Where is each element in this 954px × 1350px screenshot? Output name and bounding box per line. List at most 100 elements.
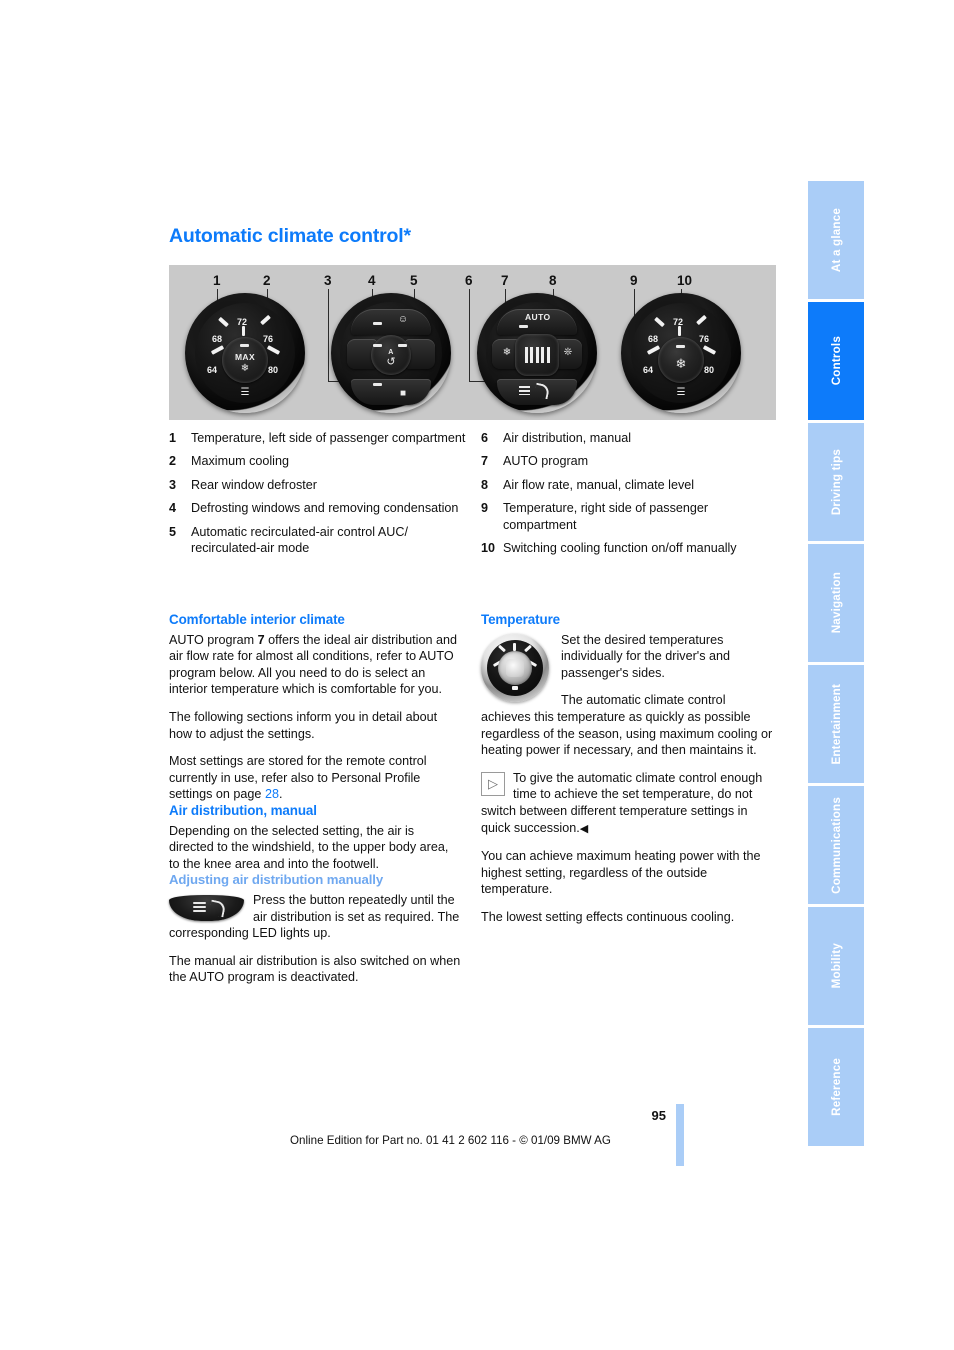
auc-label: A	[388, 348, 394, 356]
knob-thumb-hub	[498, 650, 532, 685]
tab-label: At a glance	[829, 207, 843, 273]
callout-number-7: 7	[501, 273, 509, 288]
tab-label: Mobility	[829, 943, 843, 989]
auc-recirculation-button[interactable]: A ↺	[371, 335, 411, 375]
footer-text: Online Edition for Part no. 01 41 2 602 …	[290, 1134, 611, 1147]
right-temperature-knob[interactable]: 68 72 76 64 80 ❄ ☰	[621, 293, 741, 413]
left-temperature-knob[interactable]: 68 72 76 64 80 MAX ❄ ☰	[185, 293, 305, 413]
comfort-paragraph-1: AUTO program 7 offers the ideal air dist…	[169, 632, 461, 698]
legend-number: 5	[169, 524, 177, 539]
legend-number: 3	[169, 477, 177, 492]
callout-number-1: 1	[213, 273, 221, 288]
air-distribution-button[interactable]	[497, 379, 577, 405]
rear-defroster-button[interactable]: ■	[351, 379, 431, 405]
legend-item: 5 Automatic recirculated-air control AUC…	[169, 524, 469, 557]
snowflake-icon: ❄	[502, 347, 512, 358]
legend-number: 8	[481, 477, 489, 492]
left-knob-temp-76: 76	[263, 334, 274, 344]
legend-text: Temperature, left side of passenger comp…	[191, 431, 466, 445]
comfortable-interior-climate-heading: Comfortable interior climate	[169, 612, 345, 627]
left-knob-temp-64: 64	[207, 365, 218, 375]
page-reference-link[interactable]: 28	[265, 787, 279, 801]
tab-at-a-glance[interactable]: At a glance	[808, 181, 864, 299]
temperature-knob-thumbnail-icon	[481, 633, 549, 702]
legend-number: 9	[481, 501, 489, 516]
air-flow-rate-display[interactable]	[515, 334, 559, 376]
auto-program-led	[519, 325, 528, 328]
tab-reference[interactable]: Reference	[808, 1028, 864, 1146]
fan-icon: ❊	[563, 347, 573, 358]
tab-label: Driving tips	[829, 448, 843, 516]
windshield-defrost-led	[373, 322, 382, 325]
air-distribution-paragraph: Depending on the selected setting, the a…	[169, 823, 449, 871]
legend-number: 6	[481, 431, 489, 445]
adjusting-air-distribution-heading: Adjusting air distribution manually	[169, 872, 384, 888]
legend-item: 4 Defrosting windows and removing conden…	[169, 500, 469, 516]
windshield-defrost-button[interactable]: ☺	[351, 309, 431, 335]
tab-navigation[interactable]: Navigation	[808, 544, 864, 662]
manual-page: Automatic climate control* 1 2 3 4 5 6 7…	[0, 0, 954, 1350]
rear-defroster-icon: ■	[399, 388, 407, 399]
air-distribution-icon	[519, 386, 530, 396]
cooling-on-off-button[interactable]: ❄	[658, 337, 704, 383]
auc-led-left	[373, 344, 382, 347]
seat-heating-icon: ☰	[676, 387, 686, 398]
comfort-p3-part-b: .	[278, 787, 283, 802]
tab-label: Reference	[829, 1058, 843, 1116]
max-cooling-label: MAX	[234, 351, 256, 362]
left-knob-temp-80: 80	[268, 365, 279, 375]
right-knob-temp-68: 68	[648, 334, 659, 344]
legend-number: 10	[481, 541, 496, 556]
legend-number: 1	[169, 431, 177, 445]
left-knob-temp-72: 72	[237, 317, 248, 327]
air-distribution-button-icon	[169, 894, 244, 921]
comfort-p3-part-a: Most settings are stored for the remote …	[169, 754, 427, 802]
tab-communications[interactable]: Communications	[808, 786, 864, 904]
auto-program-button[interactable]: AUTO	[497, 309, 577, 335]
right-knob-temp-80: 80	[704, 365, 715, 375]
comfort-paragraph-3: Most settings are stored for the remote …	[169, 753, 461, 803]
defroster-auc-panel[interactable]: ☺ A ↺ ■	[331, 293, 451, 413]
snowflake-icon: ❄	[240, 362, 250, 374]
right-knob-temp-72: 72	[673, 317, 684, 327]
tab-driving-tips[interactable]: Driving tips	[808, 423, 864, 541]
auc-led-right	[398, 344, 407, 347]
tab-entertainment[interactable]: Entertainment	[808, 665, 864, 783]
adjust-paragraph-2: The manual air distribution is also swit…	[169, 953, 461, 985]
legend-item: 6 Air distribution, manual	[481, 430, 781, 446]
legend-text: Switching cooling function on/off manual…	[503, 541, 737, 556]
note-block: ▷ To give the automatic climate control …	[481, 770, 773, 837]
temperature-paragraph-1-text: Set the desired temperatures individuall…	[561, 632, 731, 680]
comfort-p1-bold-ref: 7	[257, 632, 265, 647]
temperature-paragraph-4: The lowest setting effects continuous co…	[481, 909, 735, 924]
air-distribution-manual-heading: Air distribution, manual	[169, 802, 317, 818]
legend-right: 6 Air distribution, manual 7 AUTO progra…	[481, 430, 781, 563]
legend-item: 2 Maximum cooling	[169, 453, 469, 469]
legend-text: Temperature, right side of passenger com…	[503, 501, 709, 532]
callout-number-3: 3	[324, 273, 332, 288]
tab-controls[interactable]: Controls	[808, 302, 864, 420]
page-title: Automatic climate control*	[169, 225, 411, 247]
temperature-paragraph-1: Set the desired temperatures individuall…	[481, 632, 773, 702]
legend-item: 8 Air flow rate, manual, climate level	[481, 477, 781, 493]
callout-number-2: 2	[263, 273, 271, 288]
comfort-p1-part-a: AUTO program	[169, 632, 258, 647]
auc-recirculation-icon: ↺	[386, 355, 396, 368]
max-cooling-button[interactable]: MAX ❄	[222, 337, 268, 383]
auto-fan-panel[interactable]: AUTO ❄ ❊	[477, 293, 597, 413]
note-end-marker: ◀	[579, 822, 589, 835]
legend-text: AUTO program	[503, 454, 589, 469]
air-direction-arrow-icon	[533, 382, 551, 400]
legend-item: 3 Rear window defroster	[169, 477, 469, 493]
legend-text: Defrosting windows and removing condensa…	[191, 501, 459, 516]
page-number: 95	[651, 1108, 666, 1123]
legend-text: Maximum cooling	[191, 454, 289, 469]
callout-number-9: 9	[630, 273, 638, 288]
legend-item: 10 Switching cooling function on/off man…	[481, 540, 781, 556]
footer-accent-bar	[676, 1104, 684, 1166]
legend-text: Automatic recirculated-air control AUC/ …	[191, 524, 408, 556]
legend-text: Air flow rate, manual, climate level	[503, 477, 695, 492]
tab-mobility[interactable]: Mobility	[808, 907, 864, 1025]
right-knob-temp-76: 76	[699, 334, 710, 344]
legend-item: 7 AUTO program	[481, 453, 781, 469]
